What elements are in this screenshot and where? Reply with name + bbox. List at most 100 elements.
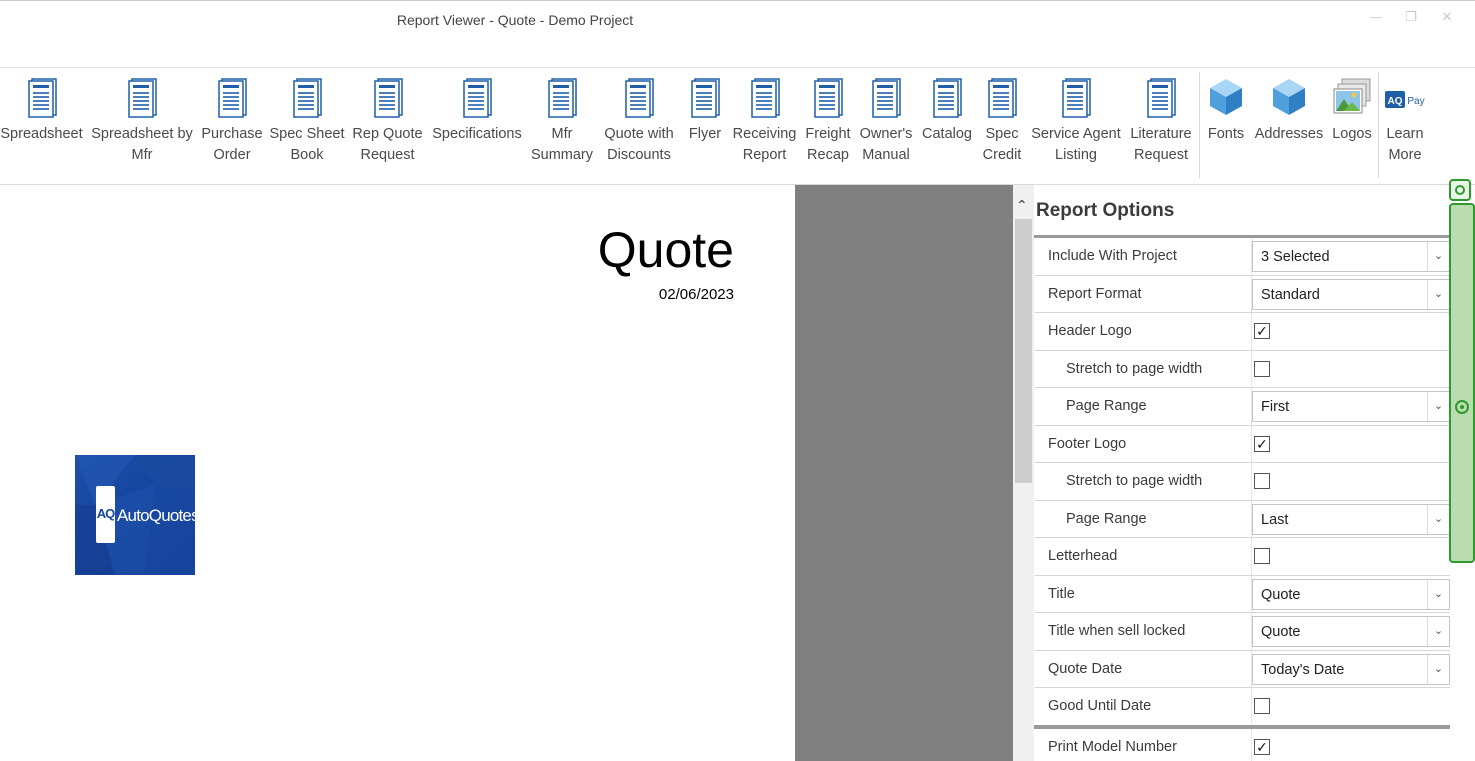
ribbon-spec-credit-button[interactable]: Spec Credit bbox=[979, 74, 1025, 164]
chevron-down-icon[interactable]: ⌄ bbox=[1427, 242, 1449, 271]
row-divider bbox=[1251, 463, 1252, 500]
minimize-button[interactable]: — bbox=[1367, 9, 1385, 24]
ribbon-specifications-button[interactable]: Specifications bbox=[429, 74, 525, 164]
aq-pay-icon: AQ Pay bbox=[1384, 88, 1426, 117]
stretch-to-page-width-checkbox[interactable] bbox=[1254, 360, 1270, 377]
option-label: Report Format bbox=[1048, 285, 1142, 302]
option-row-stretch-to-page-width: Stretch to page width bbox=[1035, 463, 1450, 501]
ribbon-button-label: Spec Credit bbox=[982, 126, 1022, 163]
dropdown-value: Today's Date bbox=[1261, 661, 1345, 678]
ribbon-service-agent-listing-button[interactable]: Service Agent Listing bbox=[1025, 74, 1127, 164]
ribbon-catalog-button[interactable]: Catalog bbox=[918, 74, 976, 164]
logo-mark: AQ bbox=[96, 486, 115, 543]
dropdown-value: First bbox=[1261, 399, 1290, 415]
options-scrollbar[interactable]: ⌃ bbox=[1013, 185, 1034, 761]
letterhead-checkbox[interactable] bbox=[1254, 548, 1270, 564]
ribbon-fonts-button[interactable]: Fonts bbox=[1203, 74, 1249, 164]
ribbon-button-label: Quote with Discounts bbox=[604, 126, 674, 163]
ribbon-separator bbox=[1199, 72, 1200, 178]
cube-icon bbox=[1208, 77, 1244, 122]
title-dropdown[interactable]: Quote ⌄ bbox=[1252, 578, 1450, 610]
ribbon-freight-recap-button[interactable]: Freight Recap bbox=[800, 74, 856, 164]
ribbon-button-label: Literature Request bbox=[1130, 126, 1192, 163]
ribbon-button-label: Mfr Summary bbox=[530, 126, 594, 163]
chevron-down-icon[interactable]: ⌄ bbox=[1427, 654, 1449, 684]
report-document-icon bbox=[460, 77, 494, 124]
pin-icon[interactable] bbox=[1449, 179, 1471, 201]
close-button[interactable]: ✕ bbox=[1438, 9, 1456, 25]
ribbon-addresses-button[interactable]: Addresses bbox=[1252, 74, 1326, 164]
option-row-include-with-project: Include With Project 3 Selected ⌄ bbox=[1035, 238, 1450, 276]
option-label: Stretch to page width bbox=[1066, 473, 1203, 489]
ribbon-button-label: Service Agent Listing bbox=[1031, 126, 1121, 163]
option-row-title: Title Quote ⌄ bbox=[1035, 575, 1450, 613]
good-until-date-checkbox[interactable] bbox=[1254, 698, 1270, 714]
ribbon-button-label: Spec Sheet Book bbox=[269, 126, 345, 163]
report-document-icon bbox=[1144, 77, 1178, 124]
chevron-down-icon[interactable]: ⌄ bbox=[1427, 504, 1449, 534]
title-when-sell-locked-dropdown[interactable]: Quote ⌄ bbox=[1252, 616, 1450, 647]
ribbon-rep-quote-request-button[interactable]: Rep Quote Request bbox=[349, 74, 426, 164]
option-label: Page Range bbox=[1066, 398, 1147, 414]
ribbon-button-label: Spreadsheet by Mfr bbox=[91, 126, 193, 163]
footer-logo-checkbox[interactable]: ✓ bbox=[1254, 435, 1270, 452]
ribbon-logos-button[interactable]: Logos bbox=[1328, 74, 1376, 164]
row-divider bbox=[1251, 688, 1252, 726]
ribbon-receiving-report-button[interactable]: Receiving Report bbox=[731, 74, 798, 164]
report-document-icon bbox=[985, 77, 1019, 124]
option-label: Footer Logo bbox=[1048, 435, 1127, 452]
page-range-dropdown[interactable]: Last ⌄ bbox=[1252, 503, 1450, 535]
title-bar: Report Viewer - Quote - Demo Project — ❐… bbox=[0, 0, 1475, 40]
report-document-icon bbox=[371, 77, 405, 124]
autoquotes-logo: AQ AutoQuotes bbox=[75, 455, 195, 575]
ribbon-button-label: Specifications bbox=[432, 126, 522, 142]
ribbon-owner-s-manual-button[interactable]: Owner's Manual bbox=[857, 74, 915, 164]
option-label: Good Until Date bbox=[1048, 698, 1152, 714]
ribbon-mfr-summary-button[interactable]: Mfr Summary bbox=[527, 74, 597, 164]
ribbon-button-label: Fonts bbox=[1207, 126, 1245, 142]
ribbon-spreadsheet-by-mfr-button[interactable]: Spreadsheet by Mfr bbox=[90, 74, 194, 164]
include-with-project-dropdown[interactable]: 3 Selected ⌄ bbox=[1252, 241, 1450, 272]
option-label: Stretch to page width bbox=[1066, 360, 1203, 377]
scroll-up-icon[interactable]: ⌃ bbox=[1016, 197, 1028, 214]
logo-brand-text: AutoQuotes bbox=[117, 506, 195, 525]
row-divider bbox=[1251, 538, 1252, 575]
svg-text:Pay: Pay bbox=[1407, 96, 1424, 107]
restore-button[interactable]: ❐ bbox=[1402, 9, 1420, 25]
chevron-down-icon[interactable]: ⌄ bbox=[1427, 579, 1449, 609]
report-format-dropdown[interactable]: Standard ⌄ bbox=[1252, 278, 1450, 310]
ribbon-button-label: Rep Quote Request bbox=[352, 126, 423, 163]
scroll-thumb[interactable] bbox=[1015, 219, 1032, 483]
dropdown-value: 3 Selected bbox=[1261, 249, 1330, 265]
report-document-icon bbox=[545, 77, 579, 124]
ribbon-button-label: Learn More bbox=[1386, 126, 1424, 163]
chevron-down-icon[interactable]: ⌄ bbox=[1427, 617, 1449, 646]
stretch-to-page-width-checkbox[interactable] bbox=[1254, 473, 1270, 489]
target-icon[interactable] bbox=[1455, 400, 1469, 414]
ribbon-flyer-button[interactable]: Flyer bbox=[684, 74, 726, 164]
ribbon-spreadsheet-button[interactable]: Spreadsheet bbox=[0, 74, 83, 164]
quote-date-dropdown[interactable]: Today's Date ⌄ bbox=[1252, 653, 1450, 685]
window-title: Report Viewer - Quote - Demo Project bbox=[396, 12, 634, 28]
report-document-icon bbox=[125, 77, 159, 124]
row-divider bbox=[1251, 425, 1252, 462]
print-model-number-checkbox[interactable]: ✓ bbox=[1254, 739, 1270, 755]
dock-bar[interactable] bbox=[1449, 203, 1475, 563]
option-row-title-when-sell-locked: Title when sell locked Quote ⌄ bbox=[1035, 613, 1450, 651]
ribbon-literature-request-button[interactable]: Literature Request bbox=[1127, 74, 1195, 164]
header-logo-checkbox[interactable]: ✓ bbox=[1254, 323, 1270, 339]
report-document-icon bbox=[869, 77, 903, 124]
ribbon-learn-more-button[interactable]: AQ Pay Learn More bbox=[1381, 74, 1429, 164]
option-row-print-model-number: Print Model Number ✓ bbox=[1035, 729, 1450, 761]
page-range-dropdown[interactable]: First ⌄ bbox=[1252, 391, 1450, 422]
report-document-icon bbox=[290, 77, 324, 124]
dock-strip[interactable] bbox=[1449, 178, 1475, 564]
ribbon-spec-sheet-book-button[interactable]: Spec Sheet Book bbox=[267, 74, 347, 164]
ribbon-purchase-order-button[interactable]: Purchase Order bbox=[200, 74, 264, 164]
ribbon-button-label: Logos bbox=[1332, 126, 1372, 142]
ribbon-quote-with-discounts-button[interactable]: Quote with Discounts bbox=[598, 74, 680, 164]
chevron-down-icon[interactable]: ⌄ bbox=[1427, 279, 1449, 309]
option-label: Print Model Number bbox=[1048, 739, 1177, 755]
option-row-letterhead: Letterhead bbox=[1035, 538, 1450, 576]
chevron-down-icon[interactable]: ⌄ bbox=[1427, 392, 1449, 421]
